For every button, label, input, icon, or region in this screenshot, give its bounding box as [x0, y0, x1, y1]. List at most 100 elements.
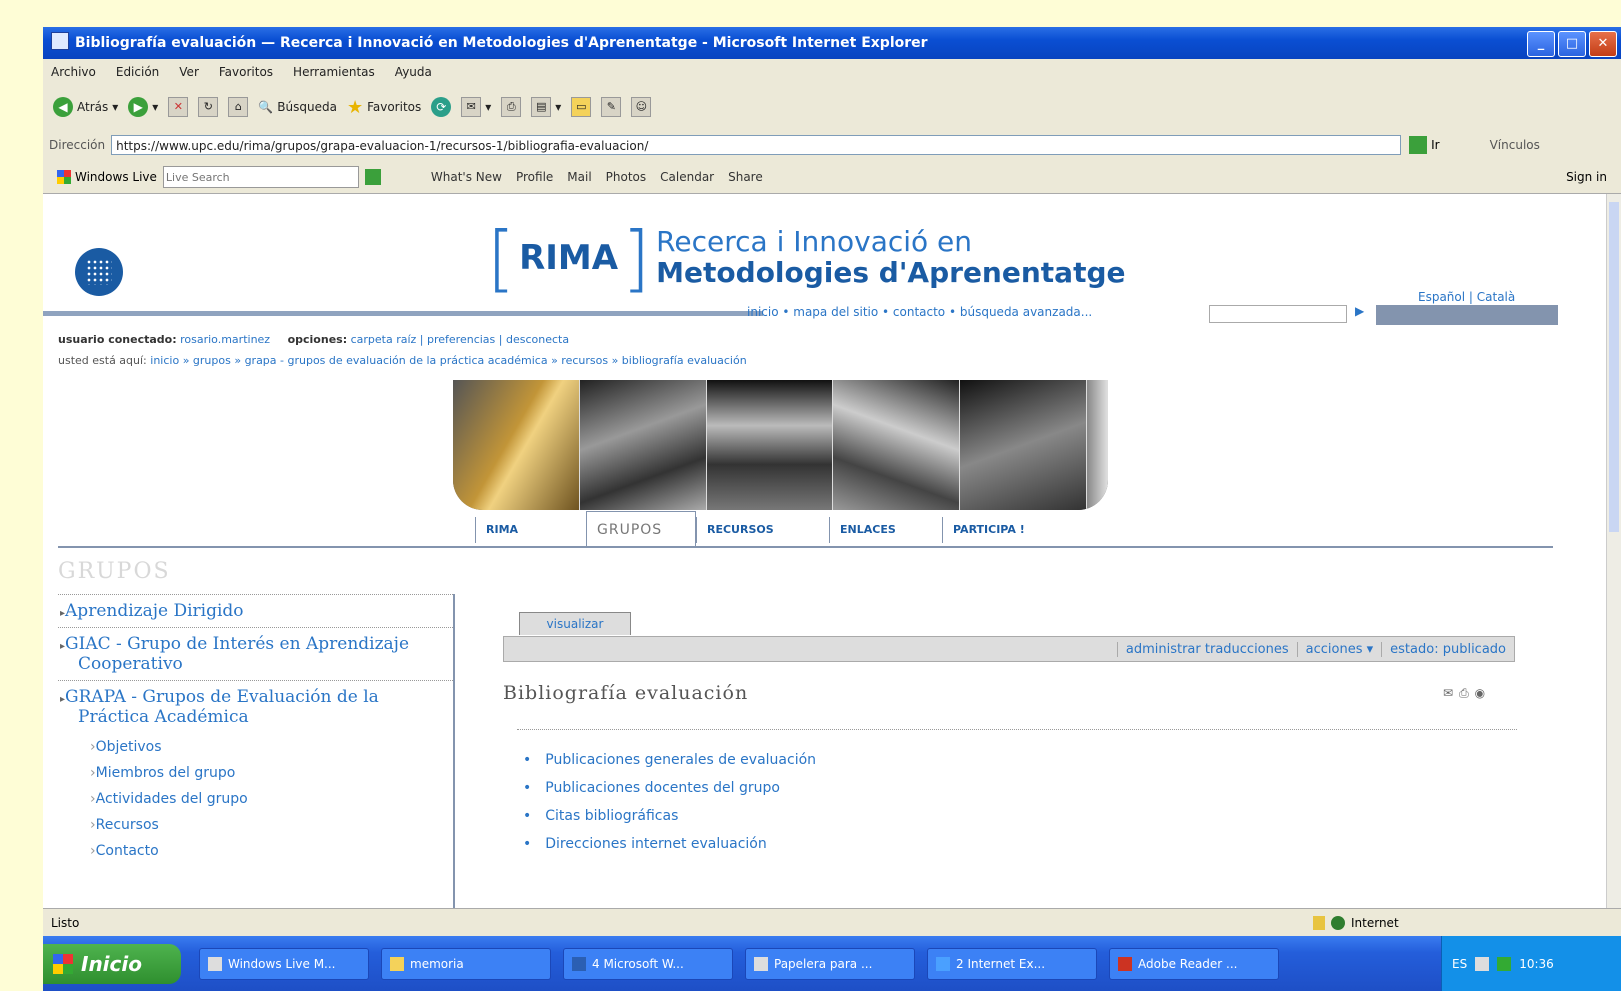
back-arrow-icon: ◀	[53, 97, 73, 117]
send-icon[interactable]: ✉	[1443, 686, 1453, 701]
sidebar-group-aprendizaje[interactable]: Aprendizaje Dirigido	[58, 594, 453, 627]
tab-enlaces[interactable]: ENLACES	[829, 517, 942, 543]
breadcrumb-links[interactable]: inicio » grupos » grapa - grupos de eval…	[150, 354, 746, 367]
sidebar-group-giac[interactable]: GIAC - Grupo de Interés en Aprendizaje C…	[58, 627, 453, 680]
sidebar-group-grapa[interactable]: GRAPA - Grupos de Evaluación de la Práct…	[58, 680, 453, 733]
sidebar-sub-actividades[interactable]: Actividades del grupo	[58, 785, 453, 811]
task-windows-live[interactable]: Windows Live M...	[199, 947, 369, 980]
language-indicator[interactable]: ES	[1452, 957, 1467, 971]
favorites-button[interactable]: ★ Favoritos	[347, 97, 421, 118]
people-button[interactable]: ☺	[631, 97, 652, 117]
maximize-button[interactable]: □	[1558, 31, 1586, 57]
language-switch[interactable]: Español | Català	[1418, 290, 1515, 304]
user-line: usuario conectado: rosario.martinez opci…	[58, 333, 570, 346]
search-button[interactable]: 🔍 Búsqueda	[258, 100, 337, 114]
live-search-input[interactable]	[162, 166, 359, 188]
menu-ver[interactable]: Ver	[179, 65, 199, 79]
stop-button[interactable]: ✕	[168, 97, 189, 117]
messenger-button[interactable]: ✎	[601, 97, 622, 117]
tagline-line2: Metodologies d'Aprenentatge	[656, 256, 1126, 289]
site-search-go-icon[interactable]: ▶	[1355, 304, 1364, 318]
refresh-button[interactable]: ↻	[198, 97, 219, 117]
title-bar[interactable]: Bibliografía evaluación — Recerca i Inno…	[43, 27, 1621, 59]
menu-edicion[interactable]: Edición	[116, 65, 159, 79]
upc-logo[interactable]	[75, 248, 123, 296]
mail-button[interactable]: ✉ ▾	[461, 97, 491, 117]
close-button[interactable]: ✕	[1589, 31, 1617, 57]
edit-icon: ▤	[531, 97, 552, 117]
tab-grupos[interactable]: GRUPOS	[586, 511, 696, 546]
live-search-button[interactable]	[364, 169, 381, 185]
sign-in-link[interactable]: Sign in	[1566, 170, 1607, 184]
clock: 10:36	[1519, 956, 1554, 971]
tab-visualizar[interactable]: visualizar	[519, 612, 631, 635]
user-name-link[interactable]: rosario.martinez	[180, 333, 270, 346]
task-papelera[interactable]: Papelera para ...	[745, 947, 915, 980]
print-button[interactable]: ⎙	[501, 97, 522, 117]
minimize-button[interactable]: _	[1527, 31, 1555, 57]
site-search-input[interactable]	[1209, 305, 1347, 323]
tagline-line1: Recerca i Innovació en	[656, 225, 973, 258]
windows-live-toolbar: Windows Live What's New Profile Mail Pho…	[43, 161, 1621, 194]
folder-icon	[390, 956, 404, 971]
menu-archivo[interactable]: Archivo	[51, 65, 96, 79]
menu-herramientas[interactable]: Herramientas	[293, 65, 375, 79]
sidebar-sub-contacto[interactable]: Contacto	[58, 837, 453, 863]
rima-logo[interactable]: [ RIMA ] Recerca i Innovació en Metodolo…	[487, 222, 1126, 294]
task-word[interactable]: 4 Microsoft W...	[563, 947, 733, 980]
home-icon: ⌂	[228, 97, 249, 117]
options-links[interactable]: carpeta raíz | preferencias | desconecta	[351, 333, 569, 346]
doc-link-direcciones[interactable]: Direcciones internet evaluación	[523, 830, 1517, 858]
home-button[interactable]: ⌂	[228, 97, 249, 117]
start-button[interactable]: Inicio	[43, 943, 181, 984]
go-arrow-icon	[1409, 136, 1428, 154]
sidebar-sub-recursos[interactable]: Recursos	[58, 811, 453, 837]
edit-button[interactable]: ▤ ▾	[531, 97, 561, 117]
windows-live-button[interactable]: Windows Live	[57, 170, 157, 184]
translations-link[interactable]: administrar traducciones	[1116, 641, 1297, 657]
taskbar: Inicio Windows Live M... memoria 4 Micro…	[43, 936, 1621, 991]
live-share[interactable]: Share	[728, 170, 763, 184]
tab-rima[interactable]: RIMA	[475, 517, 586, 543]
forward-button[interactable]: ▶ ▾	[128, 97, 158, 117]
site-nav-links[interactable]: inicio • mapa del sitio • contacto • bús…	[747, 305, 1092, 319]
document-body: Publicaciones generales de evaluación Pu…	[517, 729, 1517, 858]
rss-icon[interactable]: ◉	[1475, 686, 1485, 701]
address-input[interactable]: https://www.upc.edu/rima/grupos/grapa-ev…	[111, 135, 1402, 155]
search-icon: 🔍	[258, 100, 274, 114]
doc-link-publicaciones-docentes[interactable]: Publicaciones docentes del grupo	[523, 774, 1517, 802]
task-internet-explorer[interactable]: 2 Internet Ex...	[927, 947, 1097, 980]
sidebar-sub-objetivos[interactable]: Objetivos	[58, 733, 453, 759]
tab-recursos[interactable]: RECURSOS	[696, 517, 829, 543]
history-button[interactable]: ⟳	[431, 97, 452, 117]
tray-network-icon[interactable]	[1475, 956, 1490, 971]
forward-arrow-icon: ▶	[128, 97, 149, 117]
print-icon[interactable]: ⎙	[1459, 686, 1469, 701]
live-photos[interactable]: Photos	[606, 170, 646, 184]
task-memoria[interactable]: memoria	[381, 947, 551, 980]
page-content: [ RIMA ] Recerca i Innovació en Metodolo…	[43, 194, 1558, 908]
tab-participa[interactable]: PARTICIPA !	[942, 517, 1073, 543]
doc-link-publicaciones-generales[interactable]: Publicaciones generales de evaluación	[523, 746, 1517, 774]
links-label[interactable]: Vínculos	[1490, 138, 1540, 152]
live-calendar[interactable]: Calendar	[660, 170, 714, 184]
actions-menu[interactable]: acciones ▾	[1296, 641, 1382, 657]
vertical-scrollbar[interactable]	[1606, 194, 1621, 908]
doc-link-citas[interactable]: Citas bibliográficas	[523, 802, 1517, 830]
nav-divider	[43, 311, 763, 316]
scrollbar-thumb[interactable]	[1609, 202, 1619, 532]
state-menu[interactable]: estado: publicado	[1381, 641, 1514, 657]
tray-security-icon[interactable]	[1497, 956, 1512, 971]
folder-button[interactable]: ▭	[571, 97, 592, 117]
go-button[interactable]: Ir	[1409, 136, 1440, 154]
sidebar: Aprendizaje Dirigido GIAC - Grupo de Int…	[58, 594, 455, 908]
task-adobe-reader[interactable]: Adobe Reader ...	[1109, 947, 1279, 980]
sidebar-sub-miembros[interactable]: Miembros del grupo	[58, 759, 453, 785]
live-profile[interactable]: Profile	[516, 170, 553, 184]
live-whats-new[interactable]: What's New	[431, 170, 502, 184]
nav-bar-fill	[1376, 305, 1558, 325]
live-mail[interactable]: Mail	[567, 170, 591, 184]
menu-ayuda[interactable]: Ayuda	[395, 65, 432, 79]
back-button[interactable]: ◀ Atrás ▾	[53, 97, 118, 117]
menu-favoritos[interactable]: Favoritos	[219, 65, 273, 79]
